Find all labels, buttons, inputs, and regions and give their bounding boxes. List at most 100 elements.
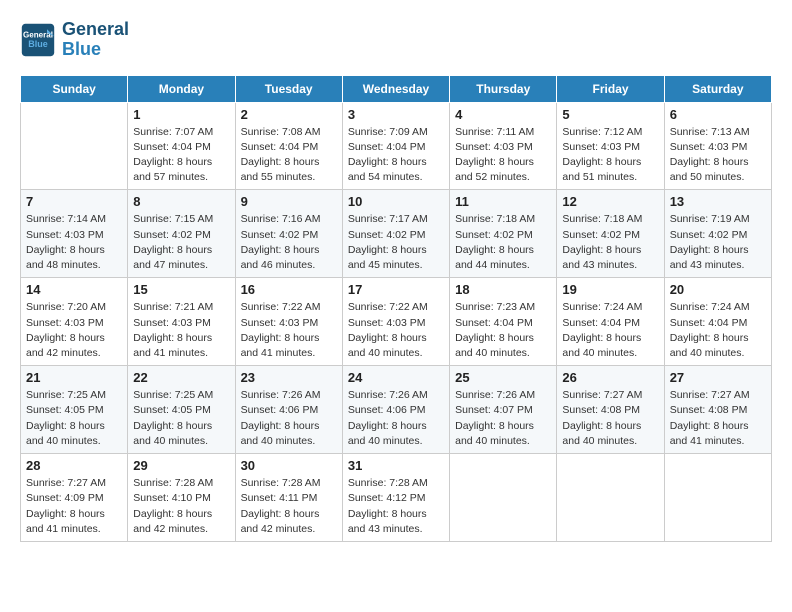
calendar-cell: 1Sunrise: 7:07 AMSunset: 4:04 PMDaylight…	[128, 102, 235, 190]
calendar-table: SundayMondayTuesdayWednesdayThursdayFrid…	[20, 75, 772, 542]
day-info: Sunrise: 7:16 AMSunset: 4:02 PMDaylight:…	[241, 212, 337, 273]
day-number: 29	[133, 458, 229, 473]
day-info: Sunrise: 7:18 AMSunset: 4:02 PMDaylight:…	[562, 212, 658, 273]
day-number: 27	[670, 370, 766, 385]
weekday-header-saturday: Saturday	[664, 75, 771, 102]
calendar-cell: 28Sunrise: 7:27 AMSunset: 4:09 PMDayligh…	[21, 454, 128, 542]
day-info: Sunrise: 7:15 AMSunset: 4:02 PMDaylight:…	[133, 212, 229, 273]
calendar-cell: 3 Sunrise: 7:09 AMSunset: 4:04 PMDaylight…	[342, 102, 449, 190]
day-info: Sunrise: 7:27 AMSunset: 4:08 PMDaylight:…	[562, 388, 658, 449]
day-number: 5	[562, 107, 658, 122]
day-number: 6	[670, 107, 766, 122]
calendar-cell: 2 Sunrise: 7:08 AMSunset: 4:04 PMDaylight…	[235, 102, 342, 190]
calendar-cell: 14 Sunrise: 7:20 AMSunset: 4:03 PMDayligh…	[21, 278, 128, 366]
day-number: 28	[26, 458, 122, 473]
calendar-cell: 30Sunrise: 7:28 AMSunset: 4:11 PMDayligh…	[235, 454, 342, 542]
day-info: Sunrise: 7:24 AMSunset: 4:04 PMDaylight:…	[562, 300, 658, 361]
day-number: 20	[670, 282, 766, 297]
calendar-cell: 6 Sunrise: 7:13 AMSunset: 4:03 PMDaylight…	[664, 102, 771, 190]
day-number: 15	[133, 282, 229, 297]
day-info: Sunrise: 7:26 AMSunset: 4:06 PMDaylight:…	[348, 388, 444, 449]
calendar-cell: 23 Sunrise: 7:26 AMSunset: 4:06 PMDayligh…	[235, 366, 342, 454]
day-number: 31	[348, 458, 444, 473]
calendar-cell: 27 Sunrise: 7:27 AMSunset: 4:08 PMDayligh…	[664, 366, 771, 454]
logo-icon: General Blue	[20, 22, 56, 58]
calendar-cell: 25Sunrise: 7:26 AMSunset: 4:07 PMDayligh…	[450, 366, 557, 454]
day-info: Sunrise: 7:20 AMSunset: 4:03 PMDaylight:…	[26, 300, 122, 361]
day-info: Sunrise: 7:12 AMSunset: 4:03 PMDaylight:…	[562, 125, 658, 186]
calendar-cell	[557, 454, 664, 542]
calendar-cell	[664, 454, 771, 542]
calendar-cell: 15 Sunrise: 7:21 AMSunset: 4:03 PMDayligh…	[128, 278, 235, 366]
day-number: 11	[455, 194, 551, 209]
calendar-cell: 31 Sunrise: 7:28 AMSunset: 4:12 PMDayligh…	[342, 454, 449, 542]
calendar-cell: 21Sunrise: 7:25 AMSunset: 4:05 PMDayligh…	[21, 366, 128, 454]
day-number: 13	[670, 194, 766, 209]
day-number: 19	[562, 282, 658, 297]
day-number: 18	[455, 282, 551, 297]
day-info: Sunrise: 7:11 AMSunset: 4:03 PMDaylight:…	[455, 125, 551, 186]
day-number: 1	[133, 107, 229, 122]
day-number: 12	[562, 194, 658, 209]
weekday-header-sunday: Sunday	[21, 75, 128, 102]
day-number: 7	[26, 194, 122, 209]
calendar-cell: 29 Sunrise: 7:28 AMSunset: 4:10 PMDayligh…	[128, 454, 235, 542]
day-info: Sunrise: 7:14 AMSunset: 4:03 PMDaylight:…	[26, 212, 122, 273]
day-info: Sunrise: 7:25 AMSunset: 4:05 PMDaylight:…	[26, 388, 122, 449]
day-info: Sunrise: 7:09 AMSunset: 4:04 PMDaylight:…	[348, 125, 444, 186]
calendar-cell: 12 Sunrise: 7:18 AMSunset: 4:02 PMDayligh…	[557, 190, 664, 278]
day-number: 8	[133, 194, 229, 209]
calendar-cell: 24 Sunrise: 7:26 AMSunset: 4:06 PMDayligh…	[342, 366, 449, 454]
calendar-cell: 10Sunrise: 7:17 AMSunset: 4:02 PMDayligh…	[342, 190, 449, 278]
day-number: 24	[348, 370, 444, 385]
day-info: Sunrise: 7:24 AMSunset: 4:04 PMDaylight:…	[670, 300, 766, 361]
calendar-cell: 9 Sunrise: 7:16 AMSunset: 4:02 PMDaylight…	[235, 190, 342, 278]
day-info: Sunrise: 7:18 AMSunset: 4:02 PMDaylight:…	[455, 212, 551, 273]
calendar-cell: 8 Sunrise: 7:15 AMSunset: 4:02 PMDaylight…	[128, 190, 235, 278]
day-number: 16	[241, 282, 337, 297]
calendar-cell: 17Sunrise: 7:22 AMSunset: 4:03 PMDayligh…	[342, 278, 449, 366]
calendar-cell: 7 Sunrise: 7:14 AMSunset: 4:03 PMDaylight…	[21, 190, 128, 278]
calendar-cell: 13 Sunrise: 7:19 AMSunset: 4:02 PMDayligh…	[664, 190, 771, 278]
day-number: 14	[26, 282, 122, 297]
day-info: Sunrise: 7:26 AMSunset: 4:07 PMDaylight:…	[455, 388, 551, 449]
calendar-cell: 11 Sunrise: 7:18 AMSunset: 4:02 PMDayligh…	[450, 190, 557, 278]
day-info: Sunrise: 7:13 AMSunset: 4:03 PMDaylight:…	[670, 125, 766, 186]
logo: General Blue General Blue	[20, 20, 129, 60]
day-number: 23	[241, 370, 337, 385]
calendar-cell: 4 Sunrise: 7:11 AMSunset: 4:03 PMDaylight…	[450, 102, 557, 190]
day-info: Sunrise: 7:25 AMSunset: 4:05 PMDaylight:…	[133, 388, 229, 449]
day-info: Sunrise: 7:26 AMSunset: 4:06 PMDaylight:…	[241, 388, 337, 449]
day-number: 26	[562, 370, 658, 385]
calendar-cell: 26 Sunrise: 7:27 AMSunset: 4:08 PMDayligh…	[557, 366, 664, 454]
day-info: Sunrise: 7:27 AMSunset: 4:08 PMDaylight:…	[670, 388, 766, 449]
day-number: 10	[348, 194, 444, 209]
day-number: 9	[241, 194, 337, 209]
calendar-cell	[450, 454, 557, 542]
day-info: Sunrise: 7:28 AMSunset: 4:10 PMDaylight:…	[133, 476, 229, 537]
day-info: Sunrise: 7:28 AMSunset: 4:12 PMDaylight:…	[348, 476, 444, 537]
calendar-cell: 18Sunrise: 7:23 AMSunset: 4:04 PMDayligh…	[450, 278, 557, 366]
day-info: Sunrise: 7:28 AMSunset: 4:11 PMDaylight:…	[241, 476, 337, 537]
logo-text-general: General	[62, 20, 129, 40]
day-number: 4	[455, 107, 551, 122]
day-info: Sunrise: 7:22 AMSunset: 4:03 PMDaylight:…	[348, 300, 444, 361]
day-number: 3	[348, 107, 444, 122]
calendar-cell: 20 Sunrise: 7:24 AMSunset: 4:04 PMDayligh…	[664, 278, 771, 366]
calendar-cell: 19 Sunrise: 7:24 AMSunset: 4:04 PMDayligh…	[557, 278, 664, 366]
day-number: 22	[133, 370, 229, 385]
day-info: Sunrise: 7:19 AMSunset: 4:02 PMDaylight:…	[670, 212, 766, 273]
logo-text-blue: Blue	[62, 40, 129, 60]
weekday-header-monday: Monday	[128, 75, 235, 102]
calendar-cell	[21, 102, 128, 190]
day-number: 2	[241, 107, 337, 122]
weekday-header-friday: Friday	[557, 75, 664, 102]
weekday-header-tuesday: Tuesday	[235, 75, 342, 102]
calendar-cell: 5 Sunrise: 7:12 AMSunset: 4:03 PMDaylight…	[557, 102, 664, 190]
weekday-header-thursday: Thursday	[450, 75, 557, 102]
day-info: Sunrise: 7:08 AMSunset: 4:04 PMDaylight:…	[241, 125, 337, 186]
calendar-cell: 22 Sunrise: 7:25 AMSunset: 4:05 PMDayligh…	[128, 366, 235, 454]
day-info: Sunrise: 7:22 AMSunset: 4:03 PMDaylight:…	[241, 300, 337, 361]
calendar-cell: 16 Sunrise: 7:22 AMSunset: 4:03 PMDayligh…	[235, 278, 342, 366]
day-info: Sunrise: 7:21 AMSunset: 4:03 PMDaylight:…	[133, 300, 229, 361]
